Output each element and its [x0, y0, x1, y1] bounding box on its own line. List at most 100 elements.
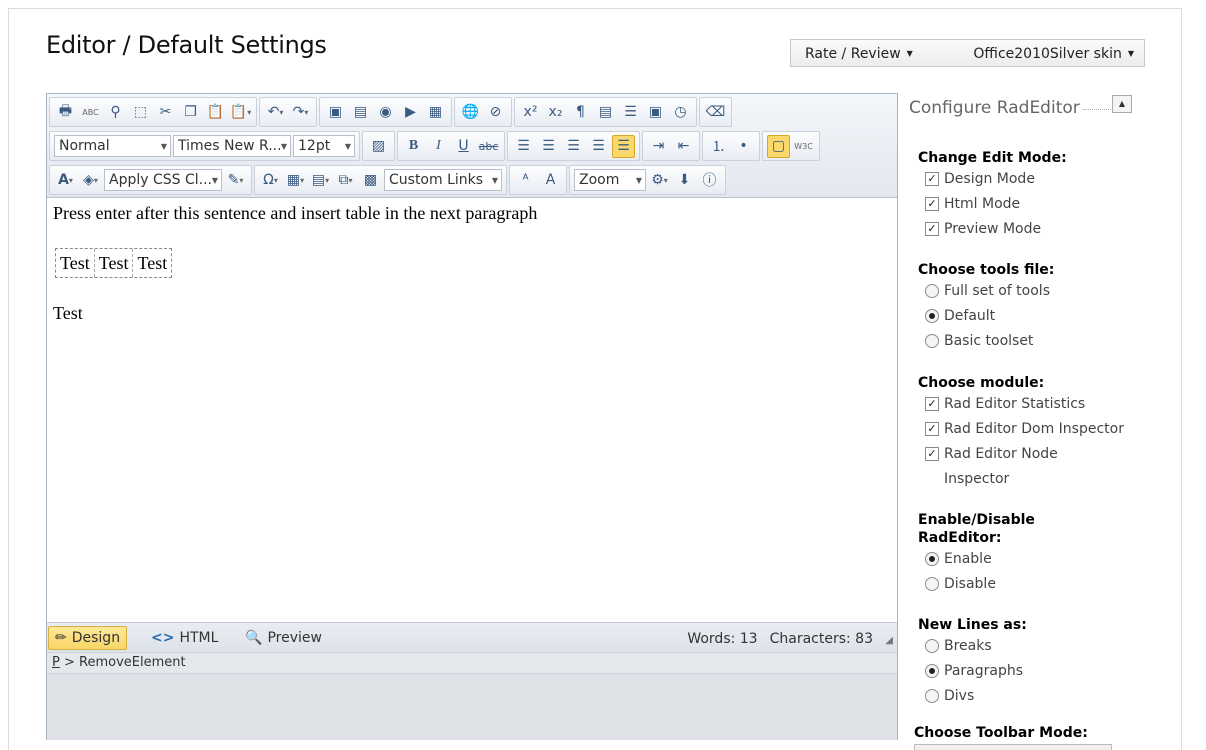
convert-upper-icon[interactable]: A [539, 169, 562, 192]
divs-radio[interactable]: Divs [918, 687, 1027, 712]
subscript-icon[interactable]: x₂ [544, 101, 567, 124]
spellcheck-icon[interactable]: ABC [79, 101, 102, 124]
modules-manager-icon[interactable]: ⚙ ▾ [648, 169, 671, 192]
remove-link-icon[interactable]: ⊘ [484, 101, 507, 124]
toolbar-mode-select[interactable] [914, 744, 1112, 750]
align-center-icon[interactable]: ☰ [537, 135, 560, 158]
custom-links-select[interactable]: Custom Links ▼ [384, 169, 502, 191]
paragraphs-radio[interactable]: Paragraphs [918, 662, 1027, 687]
checkbox-checked-icon: ✓ [925, 397, 939, 411]
insert-date-icon[interactable]: ▤ [594, 101, 617, 124]
toolbar-row-1: 🖶 ABC ⚲ ⬚ ✂ ❐ 📋 📋 ▾ ↶ ▾ ↷ ▾ ▣ ▤ ◉ ▶ ▦ 🌐 … [49, 96, 734, 128]
collapse-button[interactable]: ▲ [1112, 95, 1132, 113]
path-tag-link[interactable]: P [52, 655, 60, 670]
justify-none-icon[interactable]: ☰ [612, 134, 635, 158]
indent-icon[interactable]: ⇥ [647, 135, 670, 158]
module-icon[interactable]: ▣ [644, 101, 667, 124]
breaks-radio[interactable]: Breaks [918, 637, 1027, 662]
html-mode-checkbox[interactable]: ✓ Html Mode [918, 195, 1067, 220]
html-mode-button[interactable]: <> HTML [145, 626, 224, 650]
find-icon[interactable]: ⚲ [104, 101, 127, 124]
toggle-borders-icon[interactable]: ▢ [767, 134, 790, 158]
skin-dropdown[interactable]: Office2010Silver skin ▼ [973, 46, 1134, 62]
align-right-icon[interactable]: ☰ [562, 135, 585, 158]
bold-icon[interactable]: B [402, 135, 425, 158]
page-title: Editor / Default Settings [46, 31, 327, 59]
dropdown-arrow-icon: ▼ [280, 142, 287, 151]
numbered-list-icon[interactable]: ⒈ [707, 135, 730, 158]
about-icon[interactable]: ⓘ [698, 169, 721, 192]
document-manager-icon[interactable]: ▤ [349, 101, 372, 124]
mode-bar: ✏ Design <> HTML 🔍 Preview Words: 13 Charact… [47, 622, 897, 652]
rate-review-dropdown[interactable]: Rate / Review ▼ [805, 46, 913, 62]
configurator-panel: Configure RadEditor ▲ Change Edit Mode: … [909, 93, 1139, 750]
font-size-select[interactable]: 12pt ▼ [293, 135, 355, 157]
dom-inspector-path: P > RemoveElement [47, 652, 897, 674]
content-paragraph: Test [53, 303, 83, 323]
image-map-icon[interactable]: ▩ [359, 169, 382, 192]
font-name-select[interactable]: Times New R... ▼ [173, 135, 291, 157]
paste-options-icon[interactable]: 📋 ▾ [229, 101, 252, 124]
time-icon[interactable]: ◷ [669, 101, 692, 124]
flash-manager-icon[interactable]: ◉ [374, 101, 397, 124]
bulleted-list-icon[interactable]: • [732, 135, 755, 158]
basic-tools-radio[interactable]: Basic toolset [918, 332, 1054, 357]
enable-radio[interactable]: Enable [918, 550, 1035, 575]
insert-snippet-icon[interactable]: ▤ ▾ [309, 169, 332, 192]
paragraph-icon[interactable]: ¶ [569, 101, 592, 124]
template-manager-icon[interactable]: ▦ [424, 101, 447, 124]
dropdown-arrow-icon: ▼ [635, 176, 642, 185]
disable-radio[interactable]: Disable [918, 575, 1035, 600]
image-properties-icon[interactable]: ▨ [367, 135, 390, 158]
dropdown-arrow-icon: ▼ [211, 176, 218, 185]
default-tools-radio[interactable]: Default [918, 307, 1054, 332]
full-tools-radio[interactable]: Full set of tools [918, 282, 1054, 307]
omega-symbol-icon[interactable]: Ω ▾ [259, 169, 282, 192]
section-heading: Choose tools file: [918, 262, 1055, 278]
select-all-icon[interactable]: ⬚ [129, 101, 152, 124]
preview-mode-button[interactable]: 🔍 Preview [239, 626, 328, 650]
underline-icon[interactable]: U [452, 135, 475, 158]
section-heading: New Lines as: [918, 617, 1027, 633]
justify-icon[interactable]: ☰ [587, 135, 610, 158]
undo-icon[interactable]: ↶ ▾ [264, 101, 287, 124]
align-left-icon[interactable]: ☰ [512, 135, 535, 158]
italic-icon[interactable]: I [427, 135, 450, 158]
apply-css-class-select[interactable]: Apply CSS Cl... ▼ [104, 169, 222, 191]
node-inspector-module-checkbox[interactable]: ✓ Rad Editor Node Inspector [918, 445, 1124, 495]
editor-content-area[interactable]: Press enter after this sentence and inse… [47, 198, 897, 622]
strikethrough-icon[interactable]: abc [477, 135, 500, 158]
preview-mode-checkbox[interactable]: ✓ Preview Mode [918, 220, 1067, 245]
checkbox-checked-icon: ✓ [925, 422, 939, 436]
image-manager-icon[interactable]: ▣ [324, 101, 347, 124]
outdent-icon[interactable]: ⇤ [672, 135, 695, 158]
track-changes-icon[interactable]: ⬇ [673, 169, 696, 192]
path-element[interactable]: RemoveElement [79, 655, 186, 670]
superscript-icon[interactable]: x² [519, 101, 542, 124]
paragraph-style-select[interactable]: Normal ▼ [54, 135, 171, 157]
redo-icon[interactable]: ↷ ▾ [289, 101, 312, 124]
format-stripper-icon[interactable]: ⌫ [704, 101, 727, 124]
back-color-icon[interactable]: ◈ ▾ [79, 169, 102, 192]
configurator-title: Configure RadEditor [909, 98, 1080, 118]
fore-color-icon[interactable]: A ▾ [54, 169, 77, 192]
hyperlink-icon[interactable]: 🌐 [459, 101, 482, 124]
xhtml-validator-icon[interactable]: W3C [792, 135, 815, 158]
toolbar-mode-section: Choose Toolbar Mode: [914, 725, 1112, 750]
media-manager-icon[interactable]: ▶ [399, 101, 422, 124]
paste-icon[interactable]: 📋 [204, 101, 227, 124]
format-painter-icon[interactable]: ✎ ▾ [224, 169, 247, 192]
insert-symbol-icon[interactable]: ☰ [619, 101, 642, 124]
cut-icon[interactable]: ✂ [154, 101, 177, 124]
design-mode-checkbox[interactable]: ✓ Design Mode [918, 170, 1067, 195]
table-cell: Test [137, 253, 168, 273]
insert-form-element-icon[interactable]: ⧉ ▾ [334, 169, 357, 192]
print-icon[interactable]: 🖶 [54, 101, 77, 124]
design-mode-button[interactable]: ✏ Design [48, 626, 128, 650]
zoom-select[interactable]: Zoom ▼ [574, 169, 646, 191]
insert-table-icon[interactable]: ▦ ▾ [284, 169, 307, 192]
convert-lower-icon[interactable]: ᴬ [514, 169, 537, 192]
copy-icon[interactable]: ❐ [179, 101, 202, 124]
statistics-module-checkbox[interactable]: ✓ Rad Editor Statistics [918, 395, 1124, 420]
resize-handle-icon[interactable]: ◢ [885, 635, 893, 646]
